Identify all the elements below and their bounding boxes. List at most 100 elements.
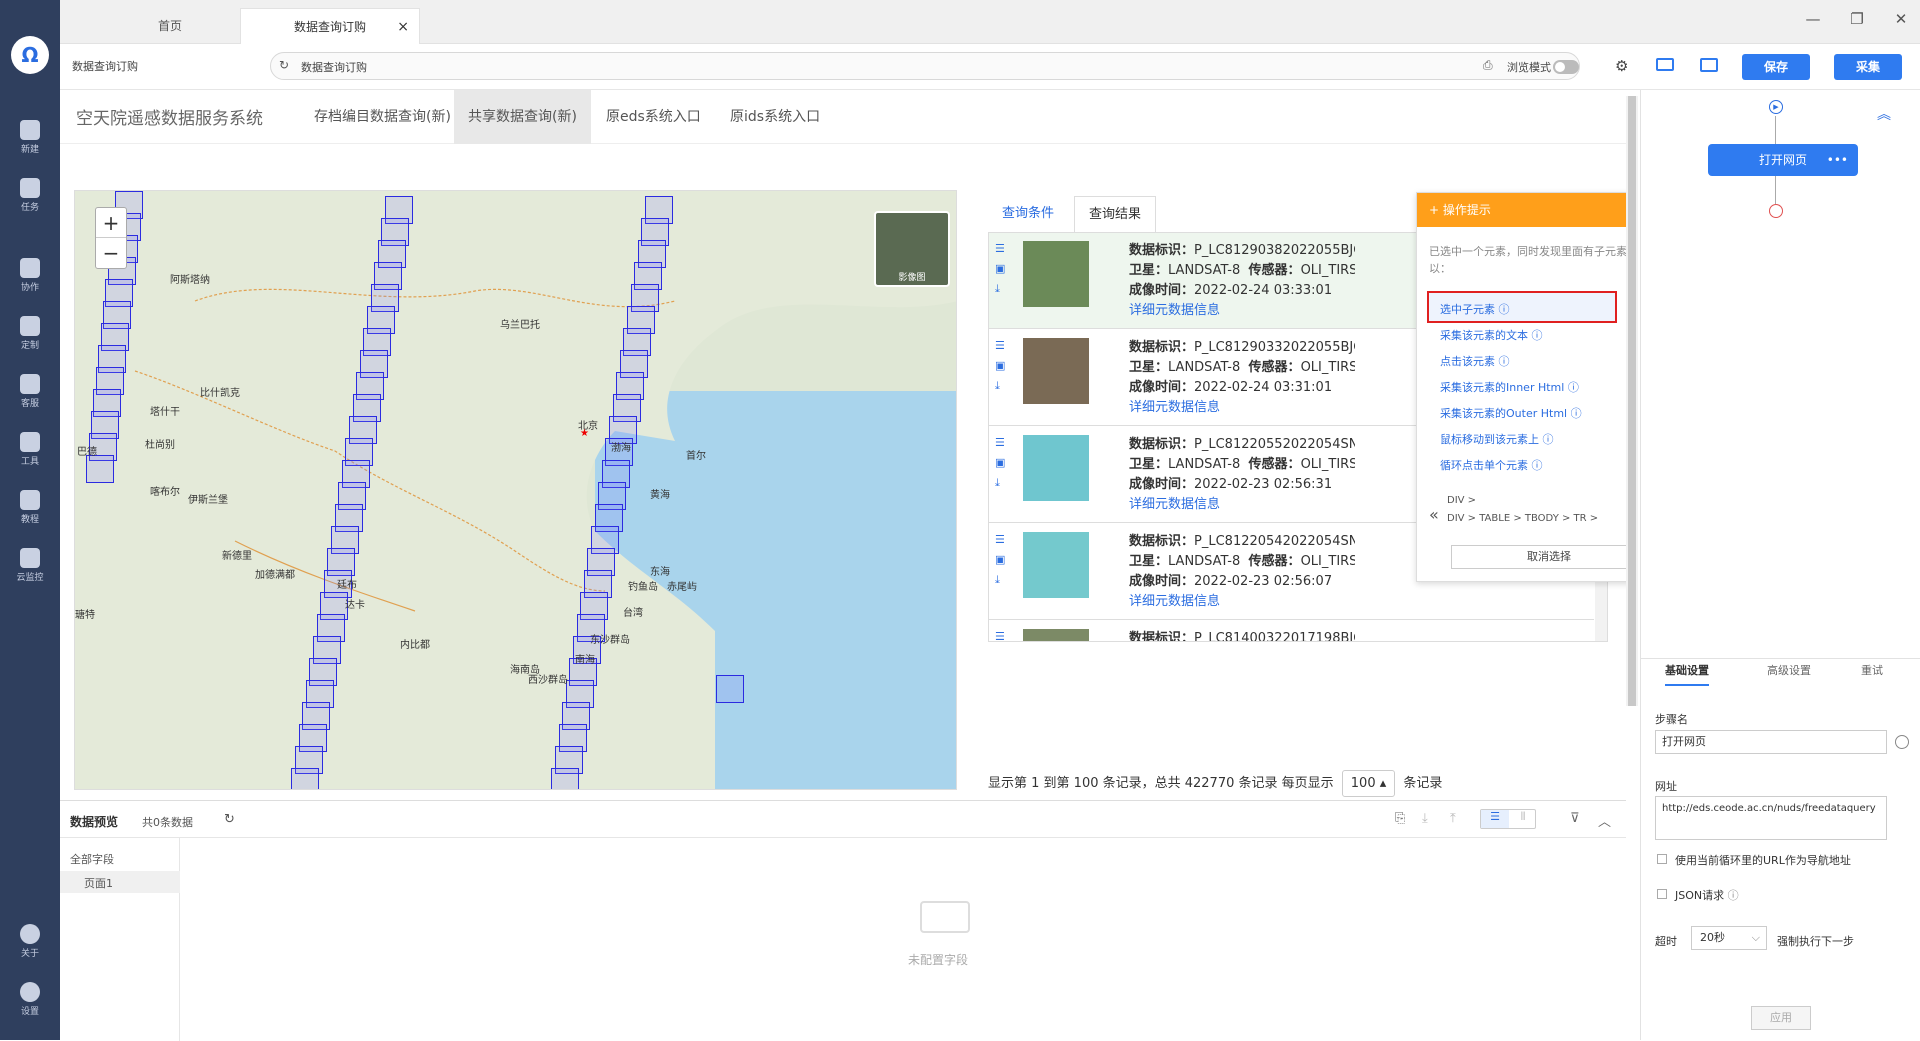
filter-icon[interactable]: ⊽	[1570, 811, 1580, 826]
per-page-select[interactable]: 100 ▴	[1341, 770, 1396, 797]
scene-thumbnail[interactable]	[1023, 241, 1089, 307]
nav-archive-query[interactable]: 存档编目数据查询(新)	[300, 90, 465, 144]
browse-mode-toggle[interactable]	[1553, 60, 1579, 74]
restore-icon[interactable]: ❐	[1844, 10, 1870, 32]
scene-thumbnail[interactable]	[1023, 532, 1089, 598]
map-label: 东海	[650, 567, 670, 578]
save-button[interactable]: 保存	[1742, 54, 1810, 80]
list-icon[interactable]: ☰	[995, 437, 1009, 449]
sidebar-item-4[interactable]: 客服	[0, 368, 60, 418]
sidebar-item-5[interactable]: 工具	[0, 426, 60, 476]
step-name-input[interactable]: 打开网页	[1655, 730, 1887, 754]
tab-advanced-settings[interactable]: 高级设置	[1767, 662, 1811, 678]
tab-basic-settings[interactable]: 基础设置	[1665, 662, 1709, 686]
scene-thumbnail[interactable]	[1023, 338, 1089, 404]
path-level-1[interactable]: DIV >	[1447, 495, 1476, 506]
list-icon[interactable]: ☰	[995, 534, 1009, 546]
upload-icon[interactable]: ⤒	[1450, 811, 1456, 826]
detail-metadata-link[interactable]: 详细元数据信息	[1129, 301, 1355, 321]
zoom-out-button[interactable]: −	[96, 238, 126, 268]
zoom-in-button[interactable]: +	[96, 208, 126, 238]
page1-item[interactable]: 页面1	[60, 871, 180, 893]
path-level-2[interactable]: DIV > TABLE > TBODY > TR >	[1447, 513, 1598, 524]
window-close-icon[interactable]: ✕	[1888, 10, 1914, 32]
nav-shared-query[interactable]: 共享数据查询(新)	[454, 90, 591, 144]
satellite-swath[interactable]	[551, 768, 580, 789]
nav-eds[interactable]: 原eds系统入口	[592, 90, 715, 144]
list-icon[interactable]: ☰	[995, 340, 1009, 352]
tab-data-query[interactable]: 数据查询订购 ×	[240, 8, 420, 44]
operation-option[interactable]: 点击该元素 ⓘ	[1440, 353, 1510, 369]
url-input[interactable]: ↻ 数据查询订购 ⎙ 浏览模式	[270, 52, 1580, 80]
close-tab-icon[interactable]: ×	[397, 9, 409, 45]
operation-option[interactable]: 采集该元素的Inner Html ⓘ	[1440, 379, 1579, 395]
image-icon[interactable]: ▣	[995, 457, 1009, 469]
operation-option[interactable]: 循环点击单个元素 ⓘ	[1440, 457, 1543, 473]
tab-query-conditions[interactable]: 查询条件	[988, 196, 1068, 232]
sidebar-item-3[interactable]: 定制	[0, 310, 60, 360]
nav-ids[interactable]: 原ids系统入口	[716, 90, 834, 144]
confirm-icon[interactable]	[1895, 735, 1909, 749]
satellite-layer-switch[interactable]: 影像图	[874, 211, 950, 287]
collapse-icon[interactable]: ︿	[1598, 811, 1611, 830]
sidebar-bottom-1[interactable]: 设置	[0, 976, 60, 1026]
sidebar-item-1[interactable]: 任务	[0, 172, 60, 222]
download-icon[interactable]: ⤓	[995, 380, 1009, 392]
apply-button[interactable]: 应用	[1751, 1006, 1811, 1030]
detail-metadata-link[interactable]: 详细元数据信息	[1129, 495, 1355, 515]
list-view-icon[interactable]: ☰	[1481, 810, 1509, 828]
image-icon[interactable]: ▣	[995, 360, 1009, 372]
sidebar-item-2[interactable]: 协作	[0, 252, 60, 302]
card-icon[interactable]	[1656, 58, 1674, 71]
tab-home[interactable]: 首页	[90, 8, 250, 44]
cancel-selection-button[interactable]: 取消选择	[1451, 545, 1626, 569]
more-icon[interactable]: •••	[1827, 144, 1848, 176]
satellite-swath[interactable]	[86, 455, 115, 483]
sidebar-bottom-0[interactable]: 关于	[0, 918, 60, 968]
tab-retry[interactable]: 重试	[1861, 662, 1883, 678]
refresh-icon[interactable]: ↻	[224, 812, 235, 827]
sidebar-item-7[interactable]: 云监控	[0, 542, 60, 592]
page-scrollbar-track[interactable]	[1626, 96, 1638, 706]
minimize-icon[interactable]: —	[1800, 10, 1826, 32]
flow-step-open-page[interactable]: 打开网页 •••	[1708, 144, 1858, 176]
detail-metadata-link[interactable]: 详细元数据信息	[1129, 592, 1355, 612]
tab-query-results[interactable]: 查询结果	[1074, 196, 1157, 232]
scene-thumbnail[interactable]	[1023, 629, 1089, 641]
download-icon[interactable]: ⤓	[995, 477, 1009, 489]
image-icon[interactable]: ▣	[995, 554, 1009, 566]
collect-button[interactable]: 采集	[1834, 54, 1902, 80]
operation-option[interactable]: 选中子元素 ⓘ	[1440, 301, 1510, 317]
satellite-swath[interactable]	[291, 768, 320, 789]
download-icon[interactable]: ⤓	[1422, 811, 1428, 826]
image-icon[interactable]: ▣	[995, 263, 1009, 275]
refresh-icon[interactable]: ↻	[279, 58, 289, 72]
collapse-up-icon[interactable]: ︽	[1877, 104, 1891, 124]
site-title: 空天院遥感数据服务系统	[76, 109, 263, 129]
column-view-icon[interactable]: ⦀	[1509, 810, 1537, 828]
list-icon[interactable]: ☰	[995, 631, 1009, 642]
view-toggle[interactable]: ☰ ⦀	[1480, 809, 1536, 829]
download-icon[interactable]: ⤓	[995, 283, 1009, 295]
result-row[interactable]: ☰▣⤓数据标识：P_LC81400322017198BJC00	[989, 621, 1594, 642]
back-chevrons-icon[interactable]: «	[1429, 505, 1439, 524]
list-icon[interactable]: ☰	[995, 243, 1009, 255]
detail-metadata-link[interactable]: 详细元数据信息	[1129, 398, 1355, 418]
download-icon[interactable]: ⤓	[995, 574, 1009, 586]
json-request-checkbox[interactable]: JSON请求 ⓘ	[1657, 887, 1739, 903]
url-textarea[interactable]: http://eds.ceode.ac.cn/nuds/freedataquer…	[1655, 796, 1887, 840]
window-icon[interactable]	[1700, 58, 1718, 72]
sidebar-item-6[interactable]: 教程	[0, 484, 60, 534]
export-icon[interactable]: ⎘	[1395, 811, 1405, 826]
operation-option[interactable]: 采集该元素的文本 ⓘ	[1440, 327, 1543, 343]
scene-thumbnail[interactable]	[1023, 435, 1089, 501]
operation-option[interactable]: 采集该元素的Outer Html ⓘ	[1440, 405, 1582, 421]
settings-gear-icon[interactable]: ⚙	[1615, 57, 1628, 75]
operation-option[interactable]: 鼠标移动到该元素上 ⓘ	[1440, 431, 1554, 447]
map[interactable]: 阿斯塔纳 乌兰巴托 比什凯克 塔什干 杜尚别 巴德 喀布尔 伊斯兰堡 北京 渤海 首尔 黄海 新德里 加德…	[74, 190, 957, 790]
satellite-swath[interactable]	[716, 675, 744, 703]
page-icon[interactable]: ⎙	[1483, 58, 1493, 73]
use-loop-url-checkbox[interactable]: 使用当前循环里的URL作为导航地址	[1657, 852, 1851, 868]
timeout-select[interactable]: 20秒 ⌵	[1691, 926, 1767, 950]
sidebar-item-0[interactable]: 新建	[0, 114, 60, 164]
